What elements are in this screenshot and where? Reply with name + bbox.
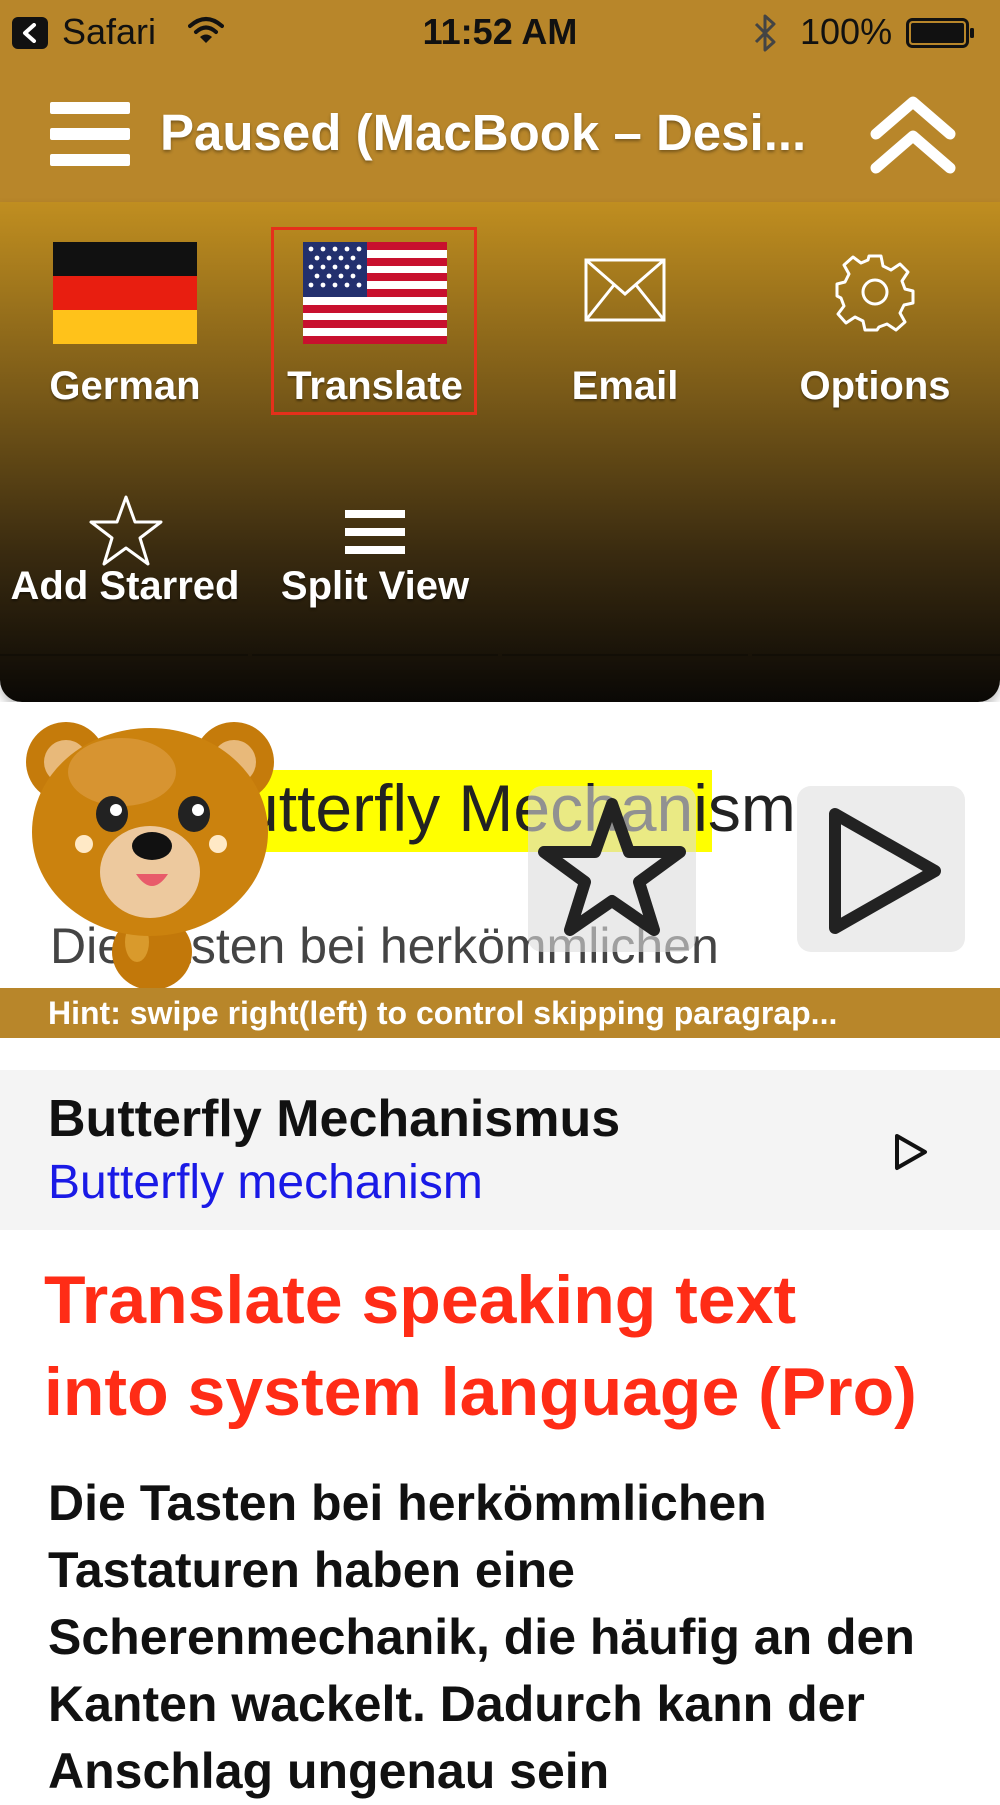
menu-item-label: Options [799, 364, 951, 408]
menu-item-label: Split View [280, 564, 470, 608]
bluetooth-icon [752, 12, 780, 59]
paragraph-text: Die Tasten bei herkömmlichen Tastaturen … [48, 1475, 915, 1799]
lines-icon [345, 510, 405, 554]
page-title: Paused (MacBook – Desi... [160, 104, 807, 161]
play-button[interactable] [797, 786, 965, 952]
promo-line: Translate speaking text [44, 1262, 797, 1338]
bear-mascot[interactable] [22, 702, 282, 988]
promo-line: into system language (Pro) [44, 1354, 917, 1430]
player-area: Butterfly Mechanismus Die Tasten bei her… [0, 702, 1000, 988]
envelope-icon [584, 258, 666, 322]
menu-item-label: German [49, 364, 201, 408]
menu-item-label: Translate [287, 364, 463, 408]
menu-item-german[interactable]: German [0, 202, 250, 452]
menu-item-options[interactable]: Options [750, 202, 1000, 452]
promo-caption: Translate speaking text into system lang… [44, 1254, 1000, 1438]
gear-icon [835, 254, 915, 332]
hamburger-menu-icon[interactable] [50, 102, 130, 166]
battery-percentage: 100% [800, 11, 893, 52]
double-chevron-up-icon[interactable] [868, 94, 958, 183]
hint-bar: Hint: swipe right(left) to control skipp… [0, 988, 1000, 1038]
menu-item-add-starred[interactable]: Add Starred [0, 452, 250, 702]
menu-item-translate[interactable]: Translate [250, 202, 500, 452]
menu-item-label: Add Starred [10, 564, 240, 608]
menu-item-split-view[interactable]: Split View [250, 452, 500, 702]
us-flag-icon [303, 242, 447, 344]
german-flag-icon [53, 242, 197, 344]
divider [752, 654, 1000, 656]
divider [502, 654, 748, 656]
battery-icon [906, 18, 976, 48]
hint-text: Hint: swipe right(left) to control skipp… [48, 995, 838, 1031]
star-button[interactable] [528, 786, 696, 952]
sentence-translation: Butterfly mechanism [48, 1156, 483, 1209]
sentence-row[interactable]: Butterfly Mechanismus Butterfly mechanis… [0, 1070, 1000, 1230]
menu-item-label: Email [571, 364, 679, 408]
status-bar: Safari 11:52 AM 100% [0, 0, 1000, 66]
navigation-bar: Paused (MacBook – Desi... [0, 66, 1000, 204]
star-icon [89, 495, 163, 566]
dropdown-menu: German Translate Email Options Add Starr… [0, 202, 1000, 702]
play-icon [829, 808, 941, 934]
star-icon [538, 798, 686, 936]
sentence-original: Butterfly Mechanismus [48, 1090, 621, 1148]
row-play-icon[interactable] [893, 1132, 929, 1177]
menu-item-email[interactable]: Email [500, 202, 750, 452]
